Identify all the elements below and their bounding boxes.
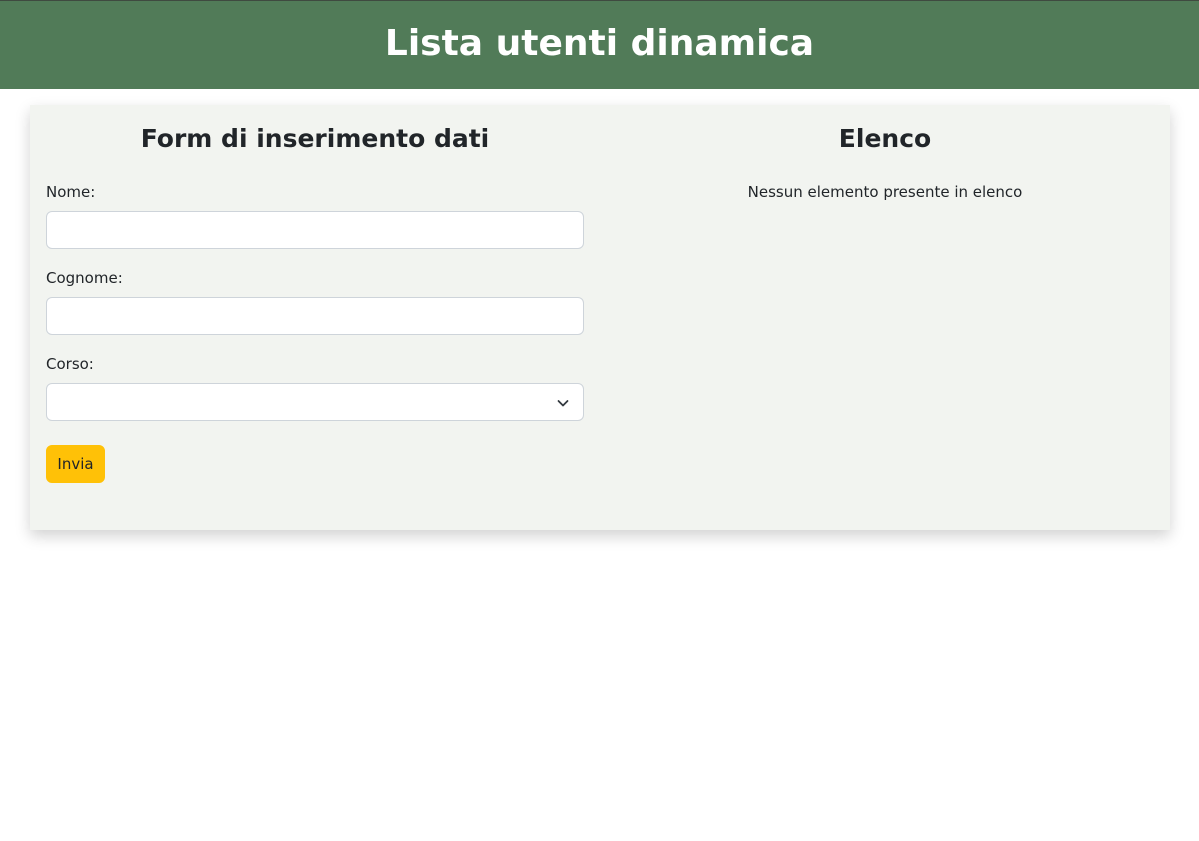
cognome-label: Cognome:	[46, 269, 123, 287]
page-title: Lista utenti dinamica	[384, 22, 815, 64]
corso-select[interactable]	[46, 383, 584, 421]
chevron-down-icon	[555, 395, 571, 411]
list-title: Elenco	[838, 124, 932, 153]
cognome-input[interactable]	[46, 297, 584, 335]
main-card: Form di inserimento dati Nome: Cognome: …	[30, 105, 1170, 530]
nome-label: Nome:	[46, 183, 96, 201]
empty-list-message: Nessun elemento presente in elenco	[747, 183, 1023, 201]
nome-input[interactable]	[46, 211, 584, 249]
page-header: Lista utenti dinamica	[0, 0, 1199, 89]
corso-label: Corso:	[46, 355, 94, 373]
form-title: Form di inserimento dati	[140, 124, 490, 153]
submit-button[interactable]: Invia	[46, 445, 105, 483]
